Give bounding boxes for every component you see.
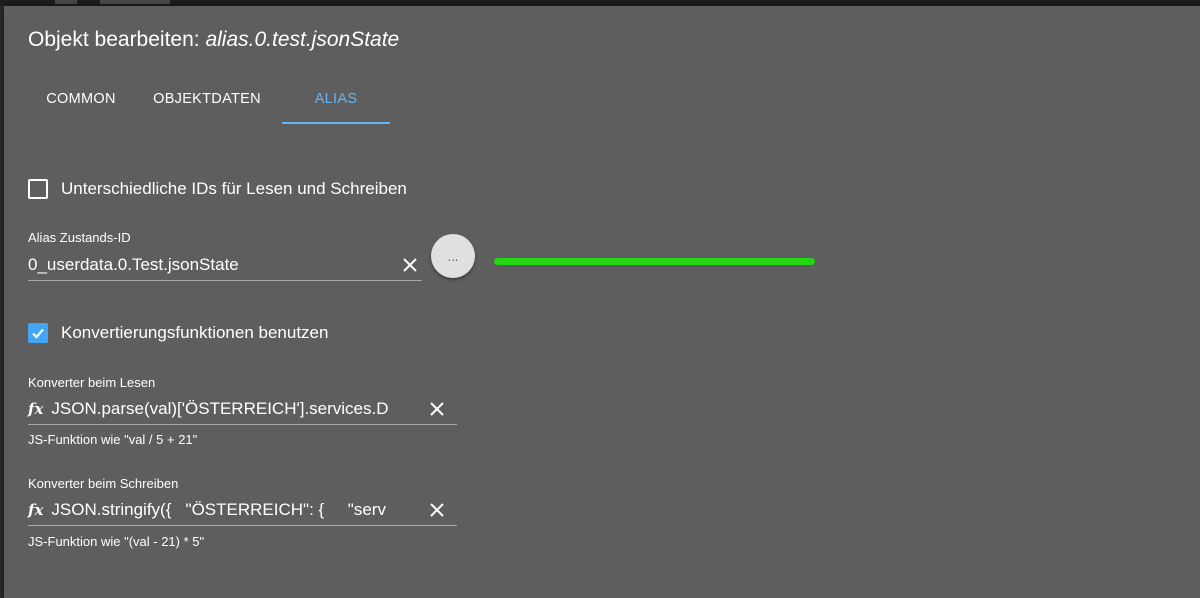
select-state-id-button[interactable]: ... [431,234,475,278]
different-ids-checkbox[interactable] [28,179,48,199]
read-converter-clear-button[interactable] [425,397,449,421]
write-converter-field[interactable]: fx JSON.stringify({ "ÖSTERREICH": { "ser… [28,495,457,526]
fx-function-icon: fx [28,400,44,418]
tab-bar: COMMON OBJEKTDATEN ALIAS [28,80,390,130]
use-conversion-checkbox[interactable] [28,323,48,343]
read-converter-value[interactable]: JSON.parse(val)['ÖSTERREICH'].services.D [51,399,411,419]
read-converter-helper: JS-Funktion wie "val / 5 + 21" [28,432,198,447]
write-converter-label: Konverter beim Schreiben [28,476,179,491]
write-converter-clear-button[interactable] [425,498,449,522]
use-conversion-checkbox-row[interactable]: Konvertierungsfunktionen benutzen [28,323,328,343]
state-id-status-bar [494,258,815,265]
close-icon [430,402,444,416]
state-id-value[interactable]: 0_userdata.0.Test.jsonState [28,255,398,275]
dialog-title-object-id: alias.0.test.jsonState [205,28,400,51]
different-ids-label: Unterschiedliche IDs für Lesen und Schre… [61,179,407,198]
tab-alias[interactable]: ALIAS [282,80,390,130]
write-converter-helper: JS-Funktion wie "(val - 21) * 5" [28,534,205,549]
background-fragment [55,0,77,4]
close-icon [403,258,417,272]
state-id-label: Alias Zustands-ID [28,230,131,245]
fx-function-icon: fx [28,501,44,519]
close-icon [430,503,444,517]
dialog-title: Objekt bearbeiten: alias.0.test.jsonStat… [28,28,399,52]
edit-object-dialog: Objekt bearbeiten: alias.0.test.jsonStat… [4,6,1200,598]
state-id-clear-button[interactable] [398,253,422,277]
background-fragment [100,0,170,4]
check-icon [32,328,44,339]
tab-common[interactable]: COMMON [28,80,134,130]
use-conversion-label: Konvertierungsfunktionen benutzen [61,323,329,342]
read-converter-label: Konverter beim Lesen [28,375,156,390]
dialog-title-prefix: Objekt bearbeiten: [28,28,206,51]
state-id-field[interactable]: 0_userdata.0.Test.jsonState [28,250,422,281]
tab-objektdaten[interactable]: OBJEKTDATEN [134,80,280,130]
read-converter-field[interactable]: fx JSON.parse(val)['ÖSTERREICH'].service… [28,394,457,425]
write-converter-value[interactable]: JSON.stringify({ "ÖSTERREICH": { "serv [51,500,411,520]
different-ids-checkbox-row[interactable]: Unterschiedliche IDs für Lesen und Schre… [28,179,407,199]
